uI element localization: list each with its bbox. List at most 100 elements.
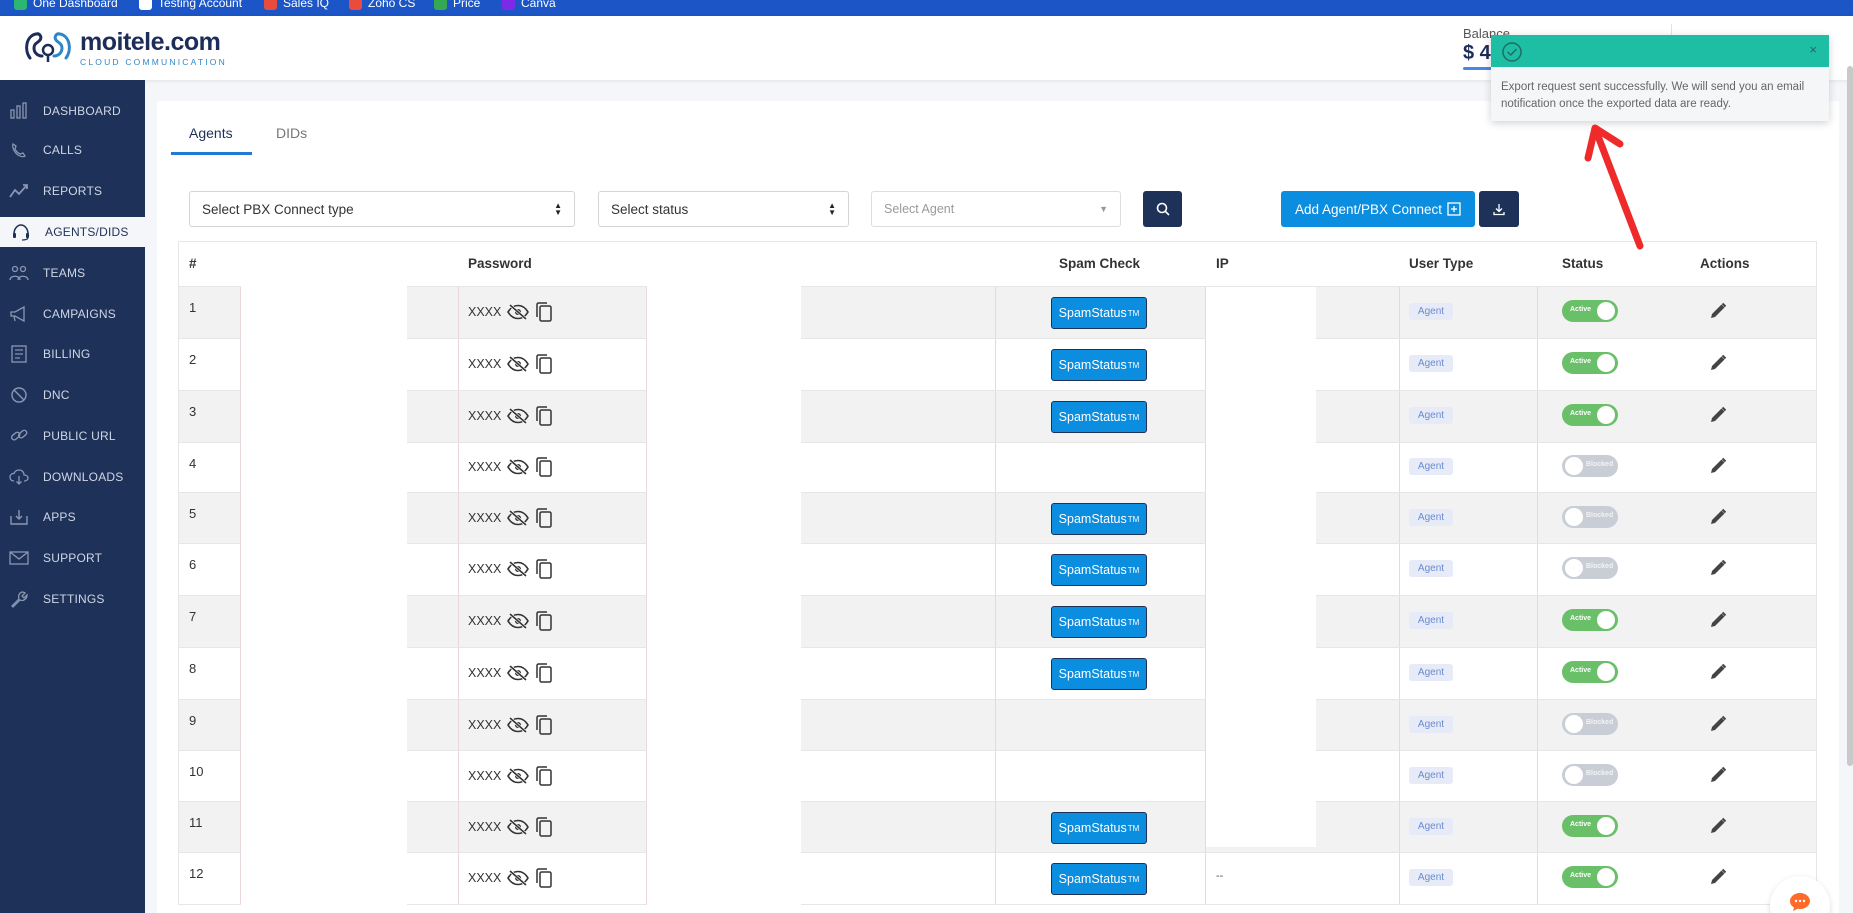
eye-off-icon[interactable] (507, 408, 530, 424)
edit-pencil-icon[interactable] (1709, 766, 1727, 784)
edit-button[interactable] (1709, 715, 1727, 738)
eye-off-icon[interactable] (507, 356, 530, 372)
sidebar-item-support[interactable]: SUPPORT (0, 543, 145, 573)
sidebar-item-downloads[interactable]: DOWNLOADS (0, 462, 145, 492)
status-toggle[interactable]: Blocked (1562, 557, 1618, 579)
copy-icon[interactable] (535, 611, 553, 631)
bookmark-item[interactable]: Sales IQ (264, 0, 329, 10)
copy-icon[interactable] (535, 715, 553, 735)
edit-button[interactable] (1709, 868, 1727, 891)
copy-icon[interactable] (535, 508, 553, 528)
tab-dids[interactable]: DIDs (276, 118, 307, 148)
edit-button[interactable] (1709, 611, 1727, 634)
status-toggle[interactable]: Blocked (1562, 506, 1618, 528)
eye-off-icon[interactable] (507, 510, 530, 526)
spam-status-button[interactable]: SpamStatus TM (1051, 349, 1147, 381)
bookmark-item[interactable]: Canva (502, 0, 556, 10)
spam-status-button[interactable]: SpamStatus TM (1051, 503, 1147, 535)
status-toggle[interactable]: Active (1562, 661, 1618, 683)
edit-pencil-icon[interactable] (1709, 817, 1727, 835)
toast-close-button[interactable]: × (1809, 42, 1817, 57)
status-toggle[interactable]: Blocked (1562, 713, 1618, 735)
bookmark-item[interactable]: Zoho CS (349, 0, 415, 10)
sidebar-item-public-url[interactable]: PUBLIC URL (0, 421, 145, 451)
sidebar-item-settings[interactable]: SETTINGS (0, 584, 145, 614)
spam-status-button[interactable]: SpamStatus TM (1051, 863, 1147, 895)
eye-off-icon[interactable] (507, 459, 530, 475)
eye-off-icon[interactable] (507, 870, 530, 886)
status-toggle[interactable]: Active (1562, 404, 1618, 426)
edit-pencil-icon[interactable] (1709, 406, 1727, 424)
edit-pencil-icon[interactable] (1709, 611, 1727, 629)
sidebar-item-dashboard[interactable]: DASHBOARD (0, 96, 145, 126)
eye-off-icon[interactable] (507, 561, 530, 577)
add-agent-button[interactable]: Add Agent/PBX Connect (1281, 191, 1475, 227)
page-scrollbar[interactable] (1847, 66, 1853, 766)
edit-pencil-icon[interactable] (1709, 663, 1727, 681)
spam-status-button[interactable]: SpamStatus TM (1051, 554, 1147, 586)
status-toggle[interactable]: Active (1562, 609, 1618, 631)
agent-select[interactable]: Select Agent ▼ (871, 191, 1121, 227)
status-select[interactable]: Select status ▲ ▼ (598, 191, 849, 227)
spam-status-button[interactable]: SpamStatus TM (1051, 401, 1147, 433)
spam-status-button[interactable]: SpamStatus TM (1051, 658, 1147, 690)
status-toggle[interactable]: Blocked (1562, 455, 1618, 477)
edit-button[interactable] (1709, 766, 1727, 789)
spam-status-button[interactable]: SpamStatus TM (1051, 812, 1147, 844)
sidebar-item-campaigns[interactable]: CAMPAIGNS (0, 299, 145, 329)
eye-off-icon[interactable] (507, 717, 530, 733)
edit-pencil-icon[interactable] (1709, 354, 1727, 372)
sidebar-item-dnc[interactable]: DNC (0, 380, 145, 410)
copy-icon[interactable] (535, 302, 553, 322)
eye-off-icon[interactable] (507, 768, 530, 784)
status-toggle[interactable]: Active (1562, 815, 1618, 837)
copy-icon[interactable] (535, 406, 553, 426)
sidebar-item-agents-dids[interactable]: AGENTS/DIDS (0, 217, 145, 247)
edit-pencil-icon[interactable] (1709, 457, 1727, 475)
copy-icon[interactable] (535, 766, 553, 786)
edit-pencil-icon[interactable] (1709, 715, 1727, 733)
edit-button[interactable] (1709, 457, 1727, 480)
edit-pencil-icon[interactable] (1709, 559, 1727, 577)
bookmark-item[interactable]: One Dashboard (14, 0, 118, 10)
edit-button[interactable] (1709, 508, 1727, 531)
edit-pencil-icon[interactable] (1709, 302, 1727, 320)
sidebar-item-teams[interactable]: TEAMS (0, 258, 145, 288)
tab-agents[interactable]: Agents (189, 118, 233, 148)
sidebar-item-billing[interactable]: BILLING (0, 339, 145, 369)
edit-button[interactable] (1709, 302, 1727, 325)
bookmark-item[interactable]: Price (434, 0, 480, 10)
edit-pencil-icon[interactable] (1709, 508, 1727, 526)
sidebar-item-calls[interactable]: CALLS (0, 135, 145, 165)
edit-button[interactable] (1709, 406, 1727, 429)
pbx-type-select[interactable]: Select PBX Connect type ▲ ▼ (189, 191, 575, 227)
sidebar-item-reports[interactable]: REPORTS (0, 176, 145, 206)
sidebar-item-apps[interactable]: APPS (0, 502, 145, 532)
copy-icon[interactable] (535, 663, 553, 683)
eye-off-icon[interactable] (507, 613, 530, 629)
copy-icon[interactable] (535, 354, 553, 374)
edit-button[interactable] (1709, 817, 1727, 840)
status-toggle[interactable]: Active (1562, 352, 1618, 374)
eye-off-icon[interactable] (507, 304, 530, 320)
spam-status-button[interactable]: SpamStatus TM (1051, 297, 1147, 329)
export-download-button[interactable] (1479, 191, 1519, 227)
edit-button[interactable] (1709, 559, 1727, 582)
copy-icon[interactable] (535, 457, 553, 477)
edit-button[interactable] (1709, 663, 1727, 686)
status-toggle[interactable]: Active (1562, 300, 1618, 322)
eye-off-icon[interactable] (507, 665, 530, 681)
eye-off-icon[interactable] (507, 819, 530, 835)
copy-icon[interactable] (535, 559, 553, 579)
column-divider (1537, 443, 1538, 492)
copy-icon[interactable] (535, 868, 553, 888)
edit-button[interactable] (1709, 354, 1727, 377)
status-toggle[interactable]: Blocked (1562, 764, 1618, 786)
spam-status-button[interactable]: SpamStatus TM (1051, 606, 1147, 638)
copy-icon[interactable] (535, 817, 553, 837)
bookmark-item[interactable]: Testing Account (139, 0, 242, 10)
brand-logo[interactable]: moitele.com CLOUD COMMUNICATION (22, 28, 227, 68)
search-button[interactable] (1143, 191, 1182, 227)
status-toggle[interactable]: Active (1562, 866, 1618, 888)
edit-pencil-icon[interactable] (1709, 868, 1727, 886)
